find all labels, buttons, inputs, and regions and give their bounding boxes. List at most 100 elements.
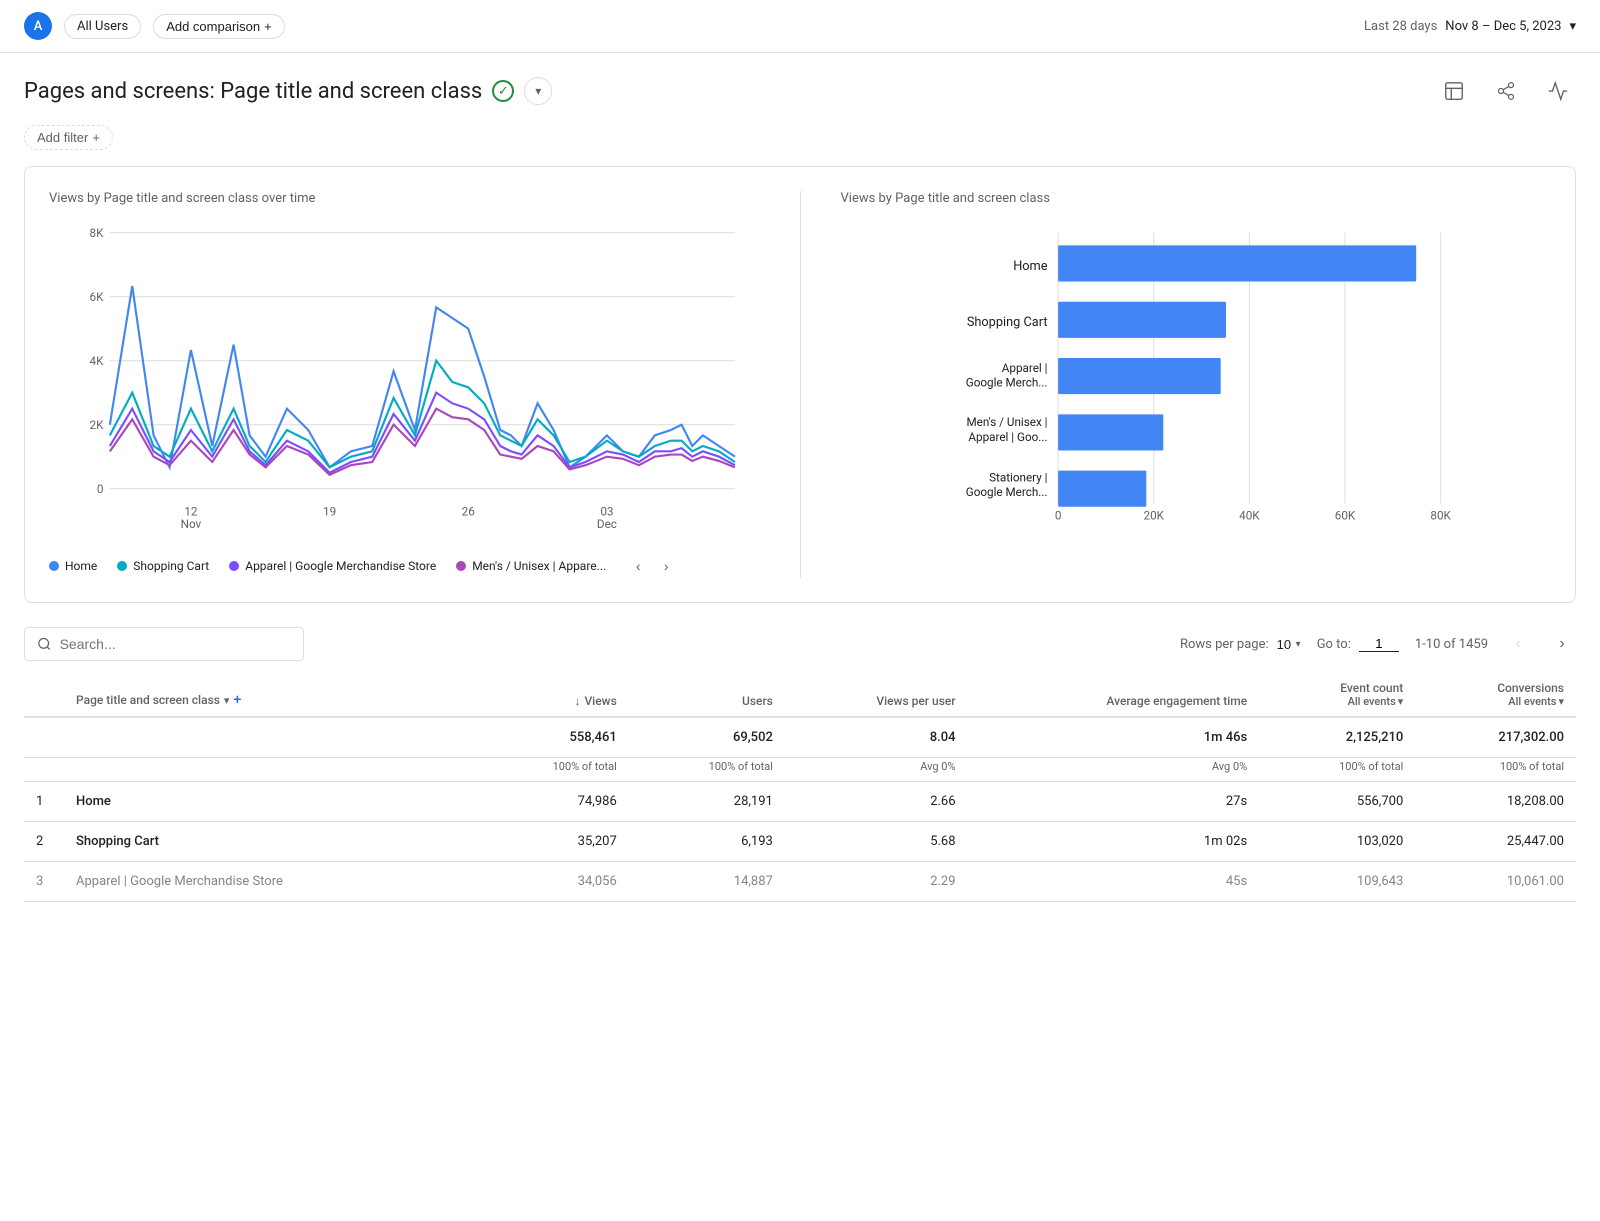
svg-text:0: 0 [1054, 509, 1061, 523]
legend-label-shopping-cart: Shopping Cart [133, 559, 209, 573]
col-header-event-count[interactable]: Event count All events ▾ [1259, 673, 1415, 717]
svg-text:19: 19 [323, 504, 336, 518]
row-1-conversions: 18,208.00 [1415, 782, 1576, 822]
table-row: 2 Shopping Cart 35,207 6,193 5.68 1m 02s… [24, 822, 1576, 862]
pagination-controls: Rows per page: 10 25 50 ▾ Go to: 1-10 of… [1180, 630, 1576, 658]
row-3-conversions: 10,061.00 [1415, 862, 1576, 902]
totals-sub-users: 100% of total [629, 758, 785, 782]
conversions-sub-label: All events [1508, 695, 1556, 708]
row-2-users: 6,193 [629, 822, 785, 862]
svg-text:Home: Home [1013, 259, 1048, 274]
page-title: Pages and screens: Page title and screen… [24, 79, 482, 104]
page-header: Pages and screens: Page title and screen… [0, 53, 1600, 121]
prev-page-button[interactable]: ‹ [1504, 630, 1532, 658]
all-users-label: All Users [77, 19, 128, 34]
event-count-dropdown-icon: ▾ [1398, 695, 1404, 708]
legend-prev-button[interactable]: ‹ [626, 554, 650, 578]
svg-text:4K: 4K [89, 354, 104, 368]
share-button[interactable] [1488, 73, 1524, 109]
data-table: Page title and screen class ▾ + ↓ Views … [24, 673, 1576, 902]
add-filter-button[interactable]: Add filter + [24, 125, 113, 150]
goto-input[interactable] [1359, 636, 1399, 652]
totals-avg-engagement: 1m 46s [968, 717, 1260, 758]
legend-next-button[interactable]: › [654, 554, 678, 578]
event-count-filter[interactable]: All events ▾ [1271, 695, 1403, 708]
col-header-views-per-user-label: Views per user [876, 694, 955, 708]
col-header-users[interactable]: Users [629, 673, 785, 717]
add-filter-icon: + [92, 130, 100, 145]
col-header-views[interactable]: ↓ Views [473, 673, 629, 717]
totals-sub-num [24, 758, 64, 782]
svg-text:2K: 2K [89, 418, 104, 432]
search-box[interactable] [24, 627, 304, 661]
row-2-page-title[interactable]: Shopping Cart [64, 822, 473, 862]
col-header-users-label: Users [742, 694, 773, 708]
row-2-views: 35,207 [473, 822, 629, 862]
totals-sub-page-title [64, 758, 473, 782]
bar-chart-title: Views by Page title and screen class [841, 191, 1552, 206]
add-comparison-button[interactable]: Add comparison + [153, 14, 285, 39]
col-add-icon[interactable]: + [233, 692, 241, 708]
row-1-avg-engagement: 27s [968, 782, 1260, 822]
row-2-event-count: 103,020 [1259, 822, 1415, 862]
totals-users: 69,502 [629, 717, 785, 758]
totals-views: 558,461 [473, 717, 629, 758]
legend-label-apparel: Apparel | Google Merchandise Store [245, 559, 436, 573]
rows-per-page-label: Rows per page: [1180, 637, 1269, 652]
svg-text:0: 0 [97, 482, 104, 496]
svg-text:Google Merch...: Google Merch... [965, 485, 1047, 499]
rows-per-page-select[interactable]: 10 25 50 [1277, 637, 1308, 652]
totals-event-count: 2,125,210 [1259, 717, 1415, 758]
annotate-button[interactable] [1540, 73, 1576, 109]
row-3-page-title[interactable]: Apparel | Google Merchandise Store [64, 862, 473, 902]
col-filter-icon[interactable]: ▾ [224, 694, 230, 707]
svg-text:Nov: Nov [181, 517, 202, 531]
chart-divider [800, 191, 801, 578]
date-range-value: Nov 8 – Dec 5, 2023 [1445, 19, 1561, 34]
line-chart-area: Views by Page title and screen class ove… [49, 191, 760, 578]
page-title-area: Pages and screens: Page title and screen… [24, 77, 552, 105]
search-input[interactable] [60, 636, 291, 652]
date-range-selector[interactable]: Last 28 days Nov 8 – Dec 5, 2023 ▾ [1364, 19, 1576, 34]
title-dropdown-button[interactable]: ▾ [524, 77, 552, 105]
svg-text:26: 26 [462, 504, 476, 518]
col-header-conversions-label: Conversions [1497, 681, 1564, 695]
conversions-filter[interactable]: All events ▾ [1427, 695, 1564, 708]
row-3-users: 14,887 [629, 862, 785, 902]
chart-toggle-button[interactable] [1436, 73, 1472, 109]
date-range-label: Last 28 days [1364, 19, 1437, 34]
col-header-page-title[interactable]: Page title and screen class ▾ + [64, 673, 473, 717]
row-2-conversions: 25,447.00 [1415, 822, 1576, 862]
plus-icon: + [264, 19, 272, 34]
svg-text:40K: 40K [1239, 509, 1260, 523]
row-1-event-count: 556,700 [1259, 782, 1415, 822]
legend-mens: Men's / Unisex | Appare... [456, 559, 606, 573]
table-section: Rows per page: 10 25 50 ▾ Go to: 1-10 of… [24, 627, 1576, 902]
totals-sub-row: 100% of total 100% of total Avg 0% Avg 0… [24, 758, 1576, 782]
row-3-event-count: 109,643 [1259, 862, 1415, 902]
row-1-page-title[interactable]: Home [64, 782, 473, 822]
charts-container: Views by Page title and screen class ove… [49, 191, 1551, 578]
svg-text:20K: 20K [1143, 509, 1164, 523]
row-1-num: 1 [24, 782, 64, 822]
col-header-views-per-user[interactable]: Views per user [785, 673, 968, 717]
legend-apparel: Apparel | Google Merchandise Store [229, 559, 436, 573]
all-users-chip[interactable]: All Users [64, 14, 141, 39]
row-1-views-per-user: 2.66 [785, 782, 968, 822]
legend-dot-shopping-cart [117, 561, 127, 571]
next-page-button[interactable]: › [1548, 630, 1576, 658]
legend-label-mens: Men's / Unisex | Appare... [472, 559, 606, 573]
row-2-views-per-user: 5.68 [785, 822, 968, 862]
charts-section: Views by Page title and screen class ove… [24, 166, 1576, 603]
add-filter-label: Add filter [37, 130, 88, 145]
totals-sub-views-per-user: Avg 0% [785, 758, 968, 782]
col-header-conversions[interactable]: Conversions All events ▾ [1415, 673, 1576, 717]
row-3-num: 3 [24, 862, 64, 902]
col-header-avg-engagement[interactable]: Average engagement time [968, 673, 1260, 717]
table-row: 1 Home 74,986 28,191 2.66 27s 556,700 18… [24, 782, 1576, 822]
goto-label: Go to: [1317, 637, 1351, 652]
legend-home: Home [49, 559, 97, 573]
svg-text:Dec: Dec [597, 517, 617, 531]
row-2-num: 2 [24, 822, 64, 862]
totals-views-per-user: 8.04 [785, 717, 968, 758]
